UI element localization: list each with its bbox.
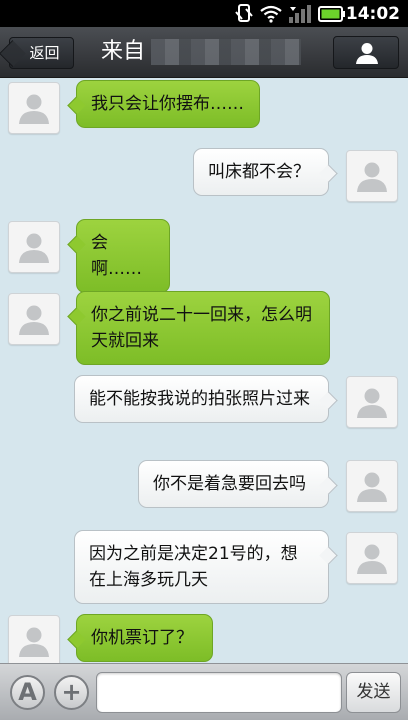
message-input[interactable] (96, 672, 342, 713)
message-text: 你之前说二十一回来，怎么明天就回来 (91, 305, 312, 351)
title-bar: 返回 来自 (0, 27, 408, 78)
plus-icon: + (61, 678, 82, 706)
signal-icon (289, 5, 311, 23)
font-a-icon: A (18, 678, 37, 706)
my-avatar[interactable] (346, 376, 398, 428)
person-icon (357, 388, 387, 418)
message-text: 你机票订了？ (91, 628, 193, 648)
message-bubble[interactable]: 因为之前是决定21号的，想在上海多玩几天 (74, 530, 329, 604)
battery-icon (318, 6, 345, 22)
message-text: 能不能按我说的拍张照片过来 (89, 389, 310, 409)
message-text: 你不是着急要回去吗 (153, 474, 306, 494)
message-text: 叫床都不会？ (208, 162, 310, 182)
my-avatar[interactable] (346, 532, 398, 584)
message-list[interactable]: 我只会让你摆布…… 叫床都不会？ 会啊…… 你之前说二十一回来，怎么明天就回来 … (0, 78, 408, 663)
font-mode-button[interactable]: A (10, 675, 45, 710)
message-bubble[interactable]: 能不能按我说的拍张照片过来 (74, 375, 329, 423)
my-avatar[interactable] (346, 150, 398, 202)
page-title: 来自 (101, 35, 302, 69)
wifi-icon (260, 5, 282, 23)
message-text: 会啊…… (91, 233, 142, 279)
title-text: 来自 (101, 39, 146, 64)
sync-icon (235, 4, 253, 22)
message-bubble[interactable]: 会啊…… (76, 219, 170, 293)
person-icon (19, 627, 49, 657)
message-bubble[interactable]: 你之前说二十一回来，怎么明天就回来 (76, 291, 330, 365)
status-bar: 14:02 (0, 0, 408, 27)
contact-profile-button[interactable] (333, 36, 399, 69)
message-bubble[interactable]: 你机票订了？ (76, 614, 213, 662)
contact-avatar[interactable] (8, 82, 60, 134)
person-icon (19, 94, 49, 124)
redacted-contact-name (151, 39, 302, 65)
add-attachment-button[interactable]: + (54, 675, 89, 710)
contact-avatar[interactable] (8, 293, 60, 345)
person-icon (19, 305, 49, 335)
person-icon (356, 43, 378, 64)
person-icon (357, 162, 387, 192)
message-bubble[interactable]: 我只会让你摆布…… (76, 80, 260, 128)
person-icon (357, 472, 387, 502)
input-bar: A + 发送 (0, 663, 408, 720)
back-button-label: 返回 (29, 44, 60, 62)
message-text: 我只会让你摆布…… (91, 94, 244, 114)
message-text: 因为之前是决定21号的，想在上海多玩几天 (89, 544, 298, 590)
message-bubble[interactable]: 叫床都不会？ (193, 148, 329, 196)
contact-avatar[interactable] (8, 221, 60, 273)
status-icons (234, 4, 346, 24)
message-bubble[interactable]: 你不是着急要回去吗 (138, 460, 329, 508)
person-icon (19, 233, 49, 263)
send-button[interactable]: 发送 (346, 672, 401, 713)
clock: 14:02 (345, 4, 400, 24)
person-icon (357, 544, 387, 574)
my-avatar[interactable] (346, 460, 398, 512)
contact-avatar[interactable] (8, 615, 60, 663)
back-button[interactable]: 返回 (9, 37, 74, 69)
